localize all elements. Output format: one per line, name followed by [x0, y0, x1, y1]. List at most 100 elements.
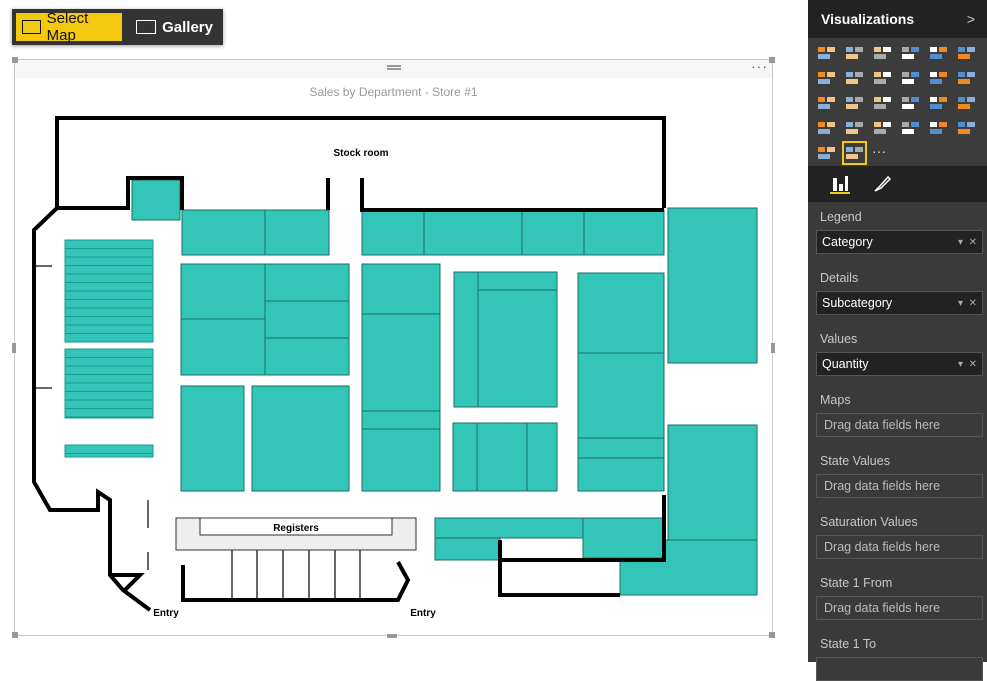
field-well-legend[interactable]: Category ▾ ✕: [816, 230, 983, 254]
100-stacked-column-chart-icon[interactable]: [956, 43, 977, 63]
treemap-icon[interactable]: [844, 93, 865, 113]
shelf-area[interactable]: [64, 333, 154, 343]
shelf-area[interactable]: [64, 357, 154, 367]
drop-zone-state-1-from[interactable]: Drag data fields here: [816, 596, 983, 620]
shelf-area[interactable]: [64, 248, 154, 258]
map-area[interactable]: [577, 272, 665, 354]
multi-row-card-icon[interactable]: [872, 118, 893, 138]
shelf-area[interactable]: [64, 348, 154, 358]
shelf-area[interactable]: [64, 256, 154, 266]
drop-zone-saturation-values[interactable]: Drag data fields here: [816, 535, 983, 559]
stacked-bar-chart-icon[interactable]: [816, 43, 837, 63]
clustered-column-chart-icon[interactable]: [900, 43, 921, 63]
shelf-area[interactable]: [64, 282, 154, 292]
100-stacked-bar-chart-icon[interactable]: [928, 43, 949, 63]
custom-visual-icon[interactable]: [816, 143, 837, 163]
shelf-area[interactable]: [64, 453, 154, 458]
shelf-area[interactable]: [64, 299, 154, 309]
remove-field-button[interactable]: ▾ ✕: [958, 298, 977, 309]
gallery-button[interactable]: Gallery: [130, 13, 219, 41]
shelf-area[interactable]: [64, 391, 154, 401]
area-chart-icon[interactable]: [844, 68, 865, 88]
filled-map-icon[interactable]: [956, 93, 977, 113]
map-area[interactable]: [423, 209, 523, 256]
map-area[interactable]: [583, 209, 665, 256]
map-area[interactable]: [264, 209, 330, 256]
map-area[interactable]: [180, 385, 245, 492]
map-area[interactable]: [477, 289, 558, 408]
slicer-icon[interactable]: [928, 118, 949, 138]
field-well-values[interactable]: Quantity ▾ ✕: [816, 352, 983, 376]
shelf-area[interactable]: [64, 265, 154, 275]
map-area[interactable]: [361, 428, 441, 492]
select-map-button[interactable]: Select Map: [16, 10, 123, 44]
map-area[interactable]: [667, 207, 758, 364]
fields-tab[interactable]: [830, 174, 850, 194]
drop-zone-state-values[interactable]: Drag data fields here: [816, 474, 983, 498]
shelf-area[interactable]: [64, 324, 154, 334]
card-icon[interactable]: [900, 118, 921, 138]
map-area[interactable]: [251, 385, 350, 492]
map-area[interactable]: [264, 300, 350, 339]
map-area[interactable]: [434, 517, 584, 539]
map-area[interactable]: [264, 337, 350, 376]
field-name: Quantity: [822, 357, 869, 371]
map-area[interactable]: [361, 209, 425, 256]
shelf-area[interactable]: [64, 316, 154, 326]
map-area[interactable]: [264, 263, 350, 302]
clustered-bar-chart-icon[interactable]: [872, 43, 893, 63]
map-area[interactable]: [180, 318, 266, 376]
more-visuals-icon[interactable]: ···: [872, 143, 893, 163]
map-area[interactable]: [434, 537, 501, 561]
shelf-area[interactable]: [64, 365, 154, 375]
map-area[interactable]: [582, 517, 665, 559]
map-area[interactable]: [361, 410, 441, 430]
map-area[interactable]: [521, 209, 585, 256]
shelf-area[interactable]: [64, 239, 154, 249]
map-area[interactable]: [361, 313, 441, 412]
map-area[interactable]: [577, 437, 665, 459]
map-area[interactable]: [453, 271, 479, 408]
shelf-area[interactable]: [64, 374, 154, 384]
shelf-area[interactable]: [64, 444, 154, 454]
stacked-column-chart-icon[interactable]: [844, 43, 865, 63]
funnel-icon[interactable]: [816, 118, 837, 138]
shelf-area[interactable]: [64, 273, 154, 283]
field-well-details[interactable]: Subcategory ▾ ✕: [816, 291, 983, 315]
synoptic-panel-icon[interactable]: [842, 141, 867, 165]
well-label: Saturation Values: [820, 515, 918, 529]
gauge-icon[interactable]: [844, 118, 865, 138]
ribbon-chart-icon[interactable]: [928, 68, 949, 88]
map-area[interactable]: [577, 457, 665, 492]
drop-zone-maps[interactable]: Drag data fields here: [816, 413, 983, 437]
map-area[interactable]: [526, 422, 558, 492]
donut-chart-icon[interactable]: [956, 118, 977, 138]
table-icon[interactable]: [900, 93, 921, 113]
map-area[interactable]: [577, 352, 665, 439]
shelf-area[interactable]: [64, 290, 154, 300]
format-tab[interactable]: [872, 174, 892, 194]
map-area[interactable]: [181, 209, 266, 256]
map-area[interactable]: [180, 263, 266, 320]
shelf-area[interactable]: [64, 416, 154, 419]
expand-pane-button[interactable]: >: [967, 11, 975, 27]
line-and-stacked-column-chart-icon[interactable]: [872, 68, 893, 88]
map-area[interactable]: [477, 271, 558, 291]
matrix-icon[interactable]: [928, 93, 949, 113]
map-area[interactable]: [361, 263, 441, 315]
shelf-area[interactable]: [64, 408, 154, 418]
line-chart-icon[interactable]: [816, 68, 837, 88]
map-area[interactable]: [452, 422, 478, 492]
pie-chart-icon[interactable]: [816, 93, 837, 113]
map-area[interactable]: [131, 179, 181, 221]
shelf-area[interactable]: [64, 307, 154, 317]
shelf-area[interactable]: [64, 382, 154, 392]
drop-zone-state-1-to[interactable]: [816, 657, 983, 681]
shelf-area[interactable]: [64, 399, 154, 409]
remove-field-button[interactable]: ▾ ✕: [958, 237, 977, 248]
remove-field-button[interactable]: ▾ ✕: [958, 359, 977, 370]
scatter-chart-icon[interactable]: [956, 68, 977, 88]
map-area[interactable]: [476, 422, 528, 492]
line-and-clustered-column-chart-icon[interactable]: [900, 68, 921, 88]
map-icon[interactable]: [872, 93, 893, 113]
